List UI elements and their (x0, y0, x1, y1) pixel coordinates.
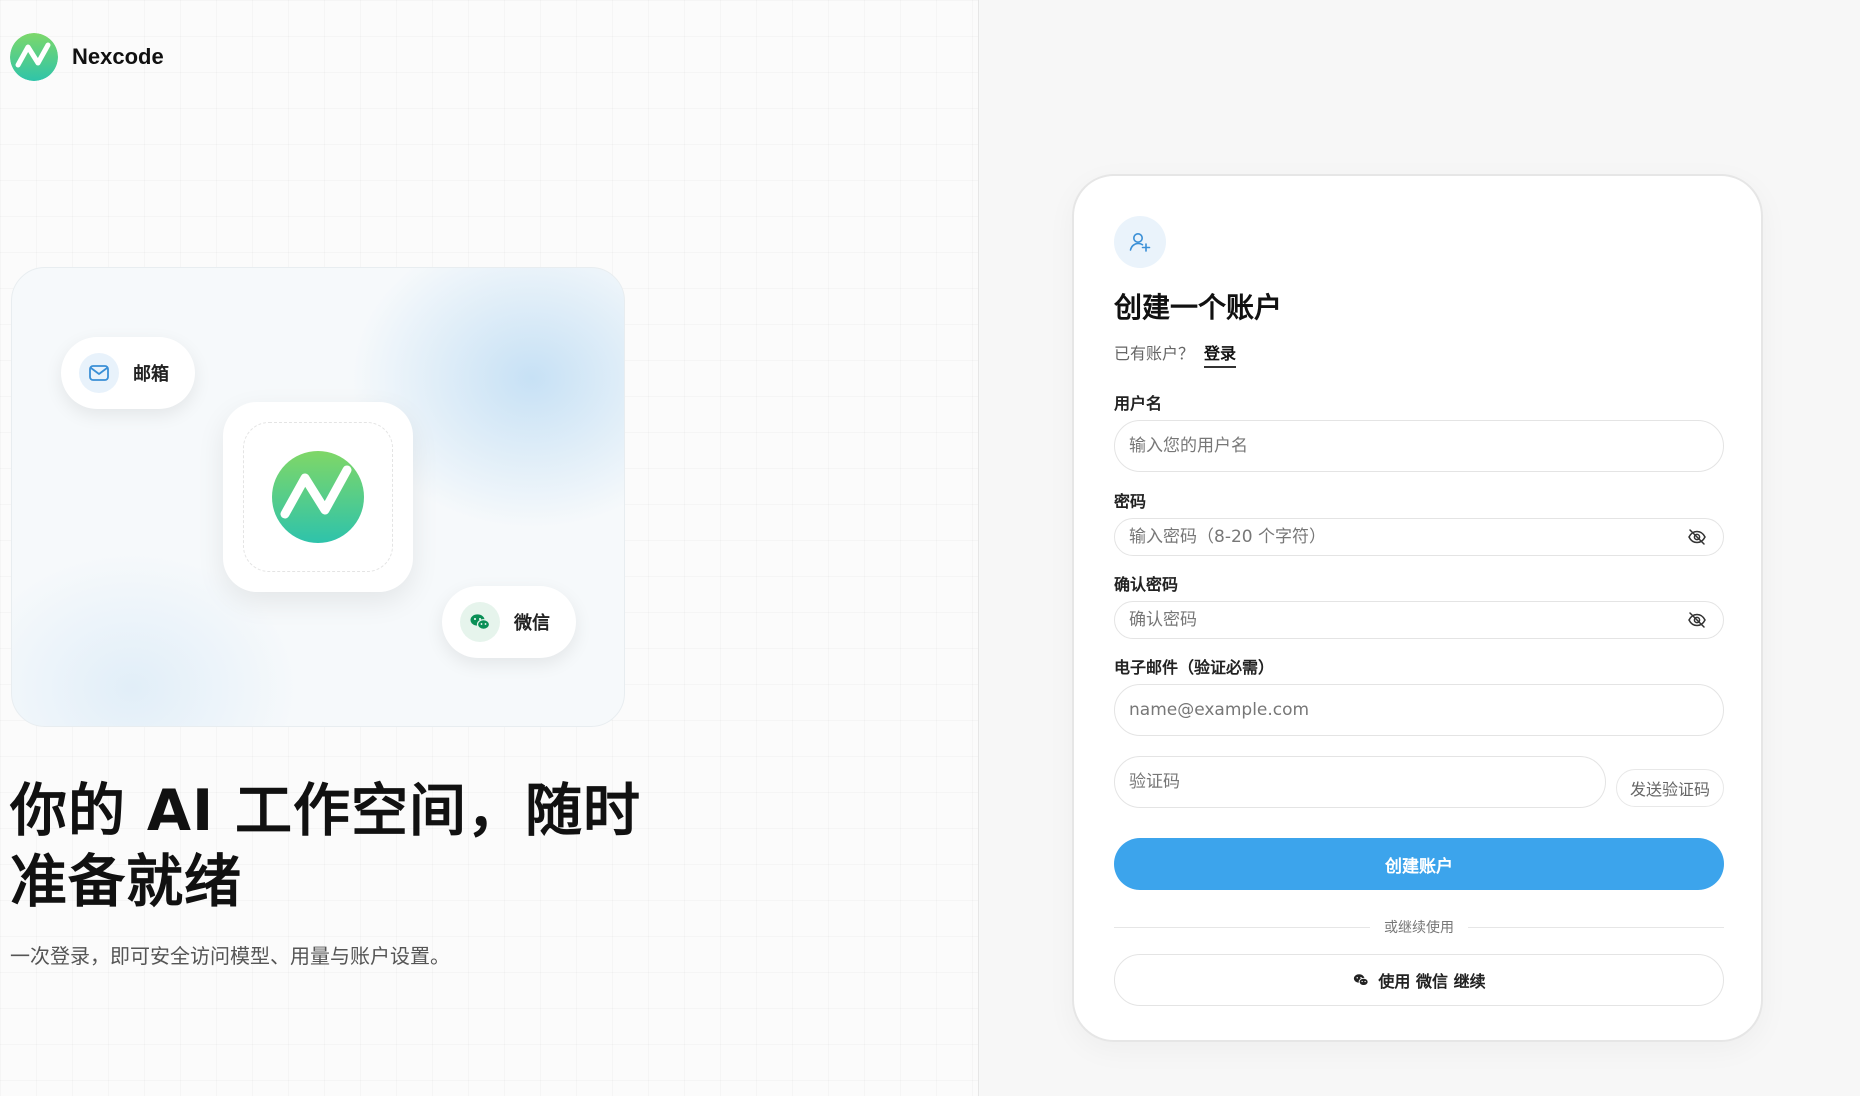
email-label: 电子邮件（验证必需） (1114, 658, 1275, 677)
username-input[interactable] (1129, 436, 1709, 456)
mail-icon (79, 353, 119, 393)
confirm-password-label: 确认密码 (1114, 575, 1179, 594)
right-panel: 创建一个账户 已有账户？ 登录 用户名 密码 确认密码 电子邮件（验证必需） (980, 0, 1860, 1096)
divider-line (1114, 926, 1370, 928)
wechat-icon (460, 602, 500, 642)
divider-text: 或继续使用 (1384, 920, 1454, 936)
app-logo-tile (223, 402, 413, 592)
password-label: 密码 (1114, 492, 1147, 511)
wechat-continue-label: 使用 微信 继续 (1378, 972, 1486, 991)
confirm-password-input[interactable] (1129, 610, 1685, 630)
wechat-chip-label: 微信 (514, 613, 550, 634)
code-field-wrap (1114, 756, 1606, 808)
password-input[interactable] (1129, 527, 1685, 547)
username-field-wrap (1114, 420, 1724, 472)
hero-subline: 一次登录，即可安全访问模型、用量与账户设置。 (10, 944, 450, 968)
eye-off-icon[interactable] (1685, 525, 1709, 549)
email-field-wrap (1114, 684, 1724, 736)
brand[interactable]: Nexcode (10, 33, 164, 81)
wechat-icon (1352, 971, 1370, 989)
mail-chip-label: 邮箱 (133, 364, 169, 385)
hero-headline: 你的 AI 工作空间，随时准备就绪 (10, 778, 642, 915)
password-field-wrap (1114, 518, 1724, 556)
username-label: 用户名 (1114, 394, 1163, 413)
signup-card: 创建一个账户 已有账户？ 登录 用户名 密码 确认密码 电子邮件（验证必需） (1072, 174, 1763, 1042)
left-panel: Nexcode 邮箱 微信 你的 AI 工作空间，随时准备就绪 一次登录，即可安… (0, 0, 979, 1096)
divider-line (1468, 926, 1724, 928)
wechat-continue-button[interactable]: 使用 微信 继续 (1114, 954, 1724, 1006)
brand-name: Nexcode (72, 44, 164, 69)
page-title: 创建一个账户 (1114, 291, 1283, 324)
mail-chip: 邮箱 (61, 337, 195, 409)
create-account-button[interactable]: 创建账户 (1114, 838, 1724, 890)
send-code-button[interactable]: 发送验证码 (1616, 769, 1724, 807)
verification-code-input[interactable] (1129, 772, 1591, 792)
wechat-chip: 微信 (442, 586, 576, 658)
login-link[interactable]: 登录 (1204, 340, 1237, 368)
eye-off-icon[interactable] (1685, 608, 1709, 632)
nexcode-app-logo-icon (272, 451, 364, 543)
have-account-text: 已有账户？ (1114, 344, 1195, 363)
confirm-password-field-wrap (1114, 601, 1724, 639)
add-user-icon (1114, 216, 1166, 268)
app-logo-frame (243, 422, 393, 572)
email-input[interactable] (1129, 700, 1709, 720)
nexcode-logo-icon (10, 33, 58, 81)
hero-illustration: 邮箱 微信 (11, 267, 625, 727)
divider: 或继续使用 (1114, 916, 1724, 938)
have-account-row: 已有账户？ 登录 (1114, 340, 1237, 368)
